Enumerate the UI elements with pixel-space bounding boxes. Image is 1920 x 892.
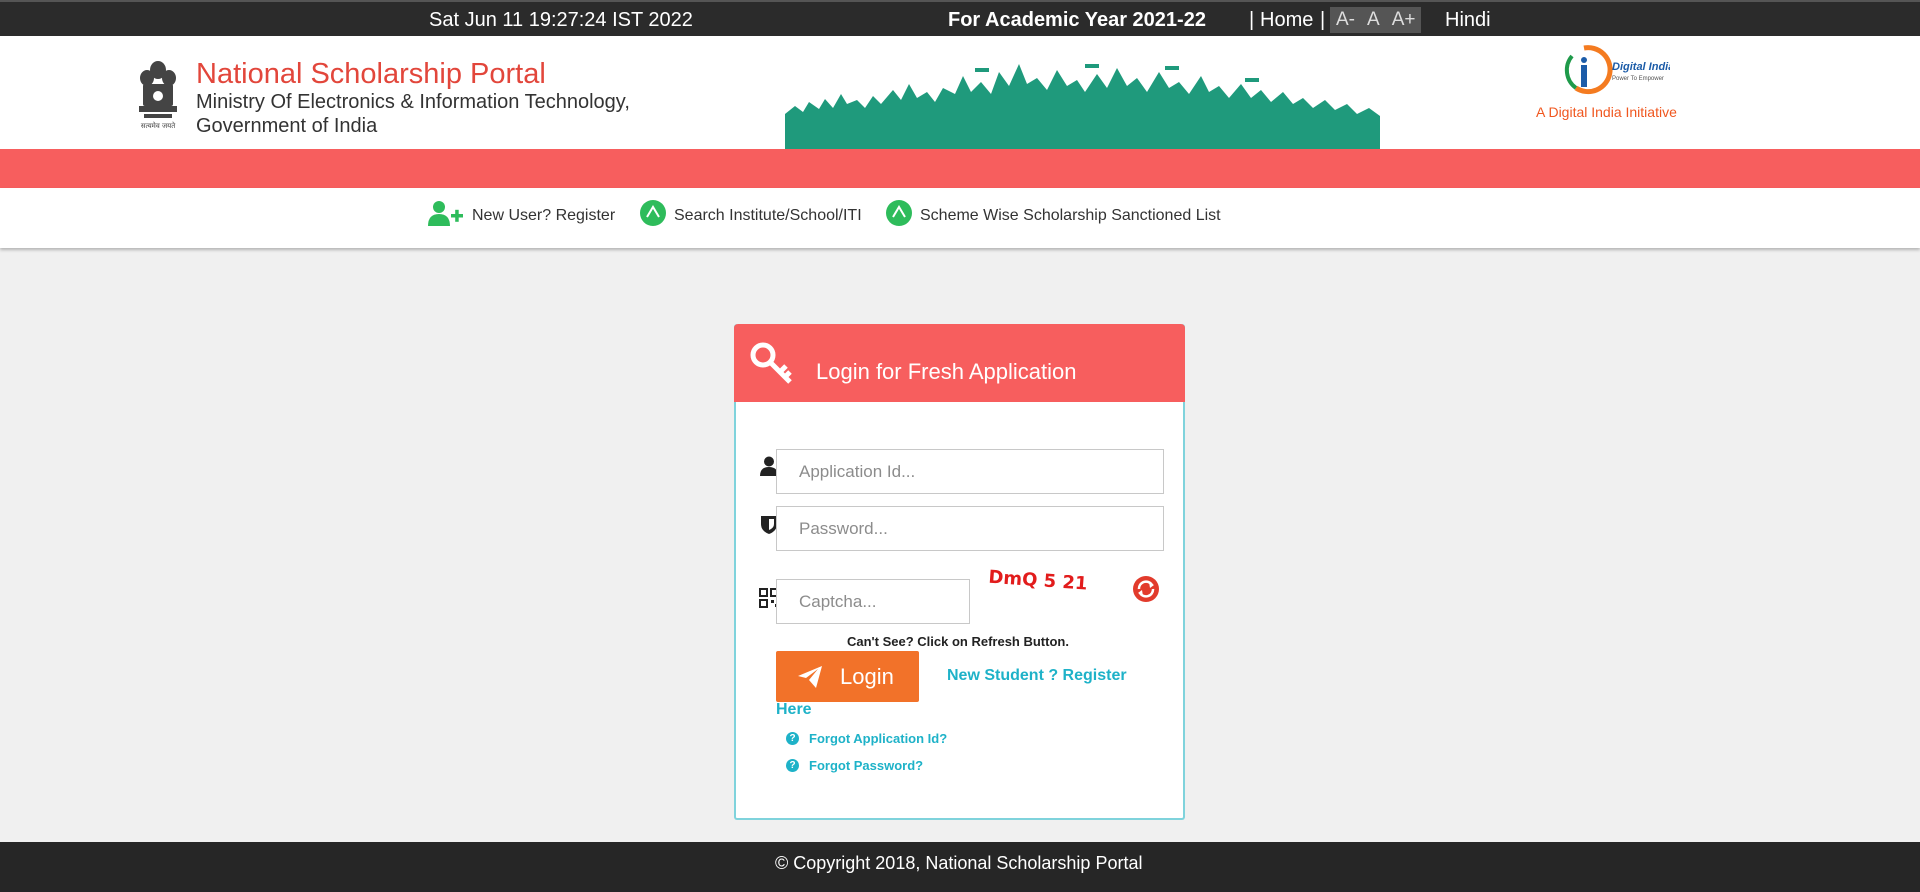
nav-sanctioned-list[interactable]: Scheme Wise Scholarship Sanctioned List bbox=[886, 200, 1221, 226]
arrow-up-circle-icon bbox=[640, 200, 666, 226]
login-title: Login for Fresh Application bbox=[816, 359, 1077, 384]
nav-item-label: New User? Register bbox=[472, 207, 616, 224]
login-button[interactable]: Login bbox=[776, 651, 919, 702]
login-card: Login for Fresh Application DmQ 5 21 Can… bbox=[734, 324, 1185, 820]
key-icon bbox=[750, 342, 792, 384]
question-circle-icon: ? bbox=[786, 759, 799, 772]
copyright-text: © Copyright 2018, National Scholarship P… bbox=[775, 853, 1143, 873]
home-link[interactable]: Home bbox=[1260, 9, 1313, 32]
nav-item-label: Search Institute/School/ITI bbox=[674, 207, 862, 224]
separator: | bbox=[1249, 9, 1255, 31]
forgot-password-link[interactable]: ? Forgot Password? bbox=[786, 758, 923, 773]
ministry-name: Ministry Of Electronics & Information Te… bbox=[196, 91, 630, 113]
font-normal-button[interactable]: A bbox=[1361, 7, 1386, 33]
government-name: Government of India bbox=[196, 115, 378, 137]
add-user-icon bbox=[428, 201, 463, 226]
svg-text:सत्यमेव जयते: सत्यमेव जयते bbox=[141, 121, 176, 130]
quick-links-bar: New User? Register Search Institute/Scho… bbox=[0, 188, 1920, 248]
paper-plane-icon bbox=[798, 665, 822, 688]
graduates-banner-image bbox=[785, 64, 1380, 149]
academic-year: For Academic Year 2021-22 bbox=[948, 9, 1206, 31]
font-size-controls: A- A A+ bbox=[1330, 7, 1422, 33]
svg-text:Power To Empower: Power To Empower bbox=[1612, 76, 1664, 82]
captcha-hint: Can't See? Click on Refresh Button. bbox=[847, 634, 1069, 649]
current-datetime: Sat Jun 11 19:27:24 IST 2022 bbox=[429, 9, 693, 31]
digital-india-tagline: A Digital India Initiative bbox=[1536, 104, 1677, 120]
captcha-image: DmQ 5 21 bbox=[988, 569, 1088, 595]
register-link[interactable]: New Student ? Register bbox=[947, 667, 1127, 685]
digital-india-logo-icon: Digital India Power To Empower bbox=[1564, 45, 1670, 95]
separator: | bbox=[1320, 9, 1326, 31]
arrow-up-circle-icon bbox=[886, 200, 912, 226]
application-id-input[interactable] bbox=[776, 449, 1164, 494]
forgot-application-id-link[interactable]: ? Forgot Application Id? bbox=[786, 731, 947, 746]
header: सत्यमेव जयते National Scholarship Portal… bbox=[0, 36, 1920, 149]
font-increase-button[interactable]: A+ bbox=[1386, 7, 1422, 33]
svg-text:Digital India: Digital India bbox=[1612, 61, 1670, 73]
question-circle-icon: ? bbox=[786, 732, 799, 745]
nav-search-institute[interactable]: Search Institute/School/ITI bbox=[640, 200, 862, 226]
nav-new-user-register[interactable]: New User? Register bbox=[428, 200, 615, 226]
footer: © Copyright 2018, National Scholarship P… bbox=[0, 842, 1920, 892]
accent-band bbox=[0, 149, 1920, 188]
hindi-language-link[interactable]: Hindi bbox=[1445, 9, 1491, 32]
login-card-header: Login for Fresh Application bbox=[734, 324, 1185, 402]
national-emblem-icon: सत्यमेव जयते bbox=[139, 61, 177, 130]
nav-item-label: Scheme Wise Scholarship Sanctioned List bbox=[920, 207, 1221, 224]
forgot-password-label: Forgot Password? bbox=[809, 758, 924, 773]
top-bar: Sat Jun 11 19:27:24 IST 2022 For Academi… bbox=[0, 0, 1920, 36]
refresh-icon[interactable] bbox=[1131, 574, 1161, 604]
forgot-application-id-label: Forgot Application Id? bbox=[809, 731, 948, 746]
login-button-label: Login bbox=[840, 663, 894, 689]
svg-text:DmQ 5 21: DmQ 5 21 bbox=[988, 569, 1088, 595]
captcha-input[interactable] bbox=[776, 579, 970, 624]
password-input[interactable] bbox=[776, 506, 1164, 551]
portal-title: National Scholarship Portal bbox=[196, 58, 546, 90]
register-link-continued[interactable]: Here bbox=[776, 701, 812, 719]
font-decrease-button[interactable]: A- bbox=[1330, 7, 1361, 33]
